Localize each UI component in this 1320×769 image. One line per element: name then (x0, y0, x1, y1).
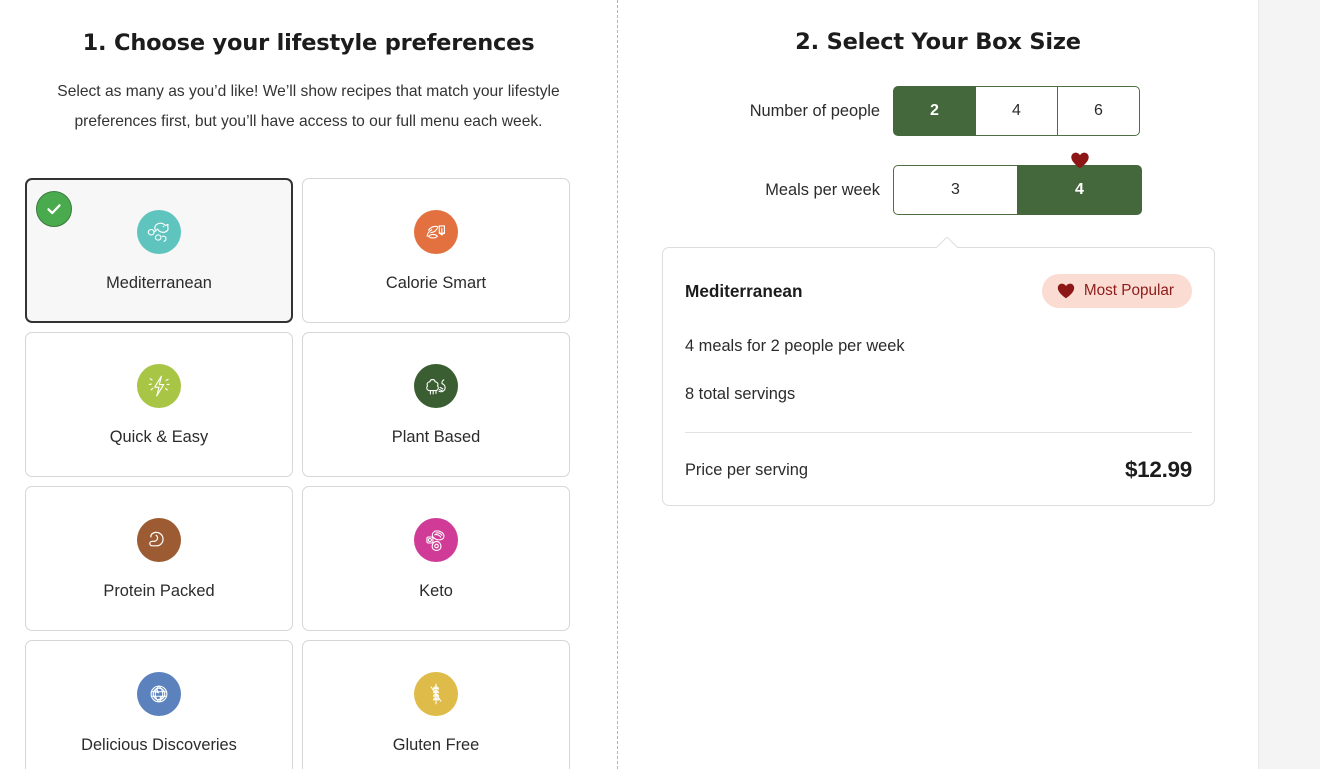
page-title-step2: 2. Select Your Box Size (795, 29, 1081, 55)
box-size-panel: 2. Select Your Box Size Number of people… (618, 0, 1258, 769)
preference-label: Protein Packed (103, 581, 215, 600)
preference-label: Mediterranean (106, 273, 212, 292)
preference-label: Keto (419, 581, 453, 600)
people-option-4[interactable]: 4 (975, 86, 1058, 136)
meals-per-week-group: 3 4 (893, 152, 1142, 215)
summary-meals-line: 4 meals for 2 people per week (685, 337, 905, 355)
summary-plan-title: Mediterranean (685, 280, 803, 301)
preference-card-grid: Mediterranean Calorie Smart Quick & Easy… (25, 178, 570, 769)
steak-avocado-icon (414, 517, 458, 562)
meals-option-4[interactable]: 4 (1017, 152, 1142, 215)
vegetables-icon (414, 363, 458, 408)
preference-card-gluten-free[interactable]: Gluten Free (302, 640, 570, 769)
lifestyle-preferences-panel: 1. Choose your lifestyle preferences Sel… (0, 0, 617, 769)
status-badge-label: Most Popular (1083, 282, 1174, 299)
bicep-icon (137, 517, 181, 562)
preference-card-delicious-discoveries[interactable]: Delicious Discoveries (25, 640, 293, 769)
meals-option-3[interactable]: 3 (893, 165, 1018, 215)
meals-per-week-row: Meals per week 3 4 (727, 152, 1142, 215)
lightning-bolt-icon (137, 363, 181, 408)
preference-label: Gluten Free (392, 735, 480, 754)
page-scrollbar[interactable] (1258, 0, 1320, 769)
preference-label: Delicious Discoveries (81, 735, 237, 754)
preference-card-protein-packed[interactable]: Protein Packed (25, 486, 293, 631)
fish-olives-icon (137, 209, 181, 254)
number-of-people-group: 2 4 6 (893, 86, 1140, 136)
check-icon (36, 191, 72, 227)
wheat-icon (414, 671, 458, 716)
preference-card-keto[interactable]: Keto (302, 486, 570, 631)
preference-card-calorie-smart[interactable]: Calorie Smart (302, 178, 570, 323)
preference-label: Quick & Easy (109, 427, 209, 446)
summary-card-notch (936, 237, 958, 248)
heart-icon (1070, 152, 1089, 169)
summary-divider (685, 432, 1192, 433)
number-of-people-label: Number of people (749, 101, 880, 120)
box-summary-card: Mediterranean Most Popular 4 meals for 2… (662, 247, 1215, 506)
preference-label: Calorie Smart (385, 273, 487, 292)
page-title-step1: 1. Choose your lifestyle preferences (82, 30, 535, 56)
people-option-2[interactable]: 2 (893, 86, 976, 136)
price-per-serving-row: Price per serving $12.99 (685, 457, 1192, 483)
preference-label: Plant Based (391, 427, 481, 446)
meals-option-4-label: 4 (1075, 181, 1084, 198)
people-option-6[interactable]: 6 (1057, 86, 1140, 136)
preference-card-quick-easy[interactable]: Quick & Easy (25, 332, 293, 477)
heart-icon (1057, 283, 1075, 299)
status-badge-most-popular: Most Popular (1041, 274, 1192, 308)
summary-servings-line: 8 total servings (685, 385, 796, 403)
number-of-people-row: Number of people 2 4 6 (727, 86, 1140, 136)
preference-card-mediterranean[interactable]: Mediterranean (25, 178, 293, 323)
scale-leaf-icon (414, 209, 458, 254)
price-value: $12.99 (1124, 457, 1192, 482)
step1-description: Select as many as you’d like! We’ll show… (57, 83, 560, 130)
page-container: 1. Choose your lifestyle preferences Sel… (0, 0, 1258, 769)
summary-header: Mediterranean Most Popular (685, 274, 1192, 308)
globe-icon (137, 671, 181, 716)
price-label: Price per serving (685, 460, 808, 479)
meals-per-week-label: Meals per week (765, 180, 880, 199)
preference-card-plant-based[interactable]: Plant Based (302, 332, 570, 477)
